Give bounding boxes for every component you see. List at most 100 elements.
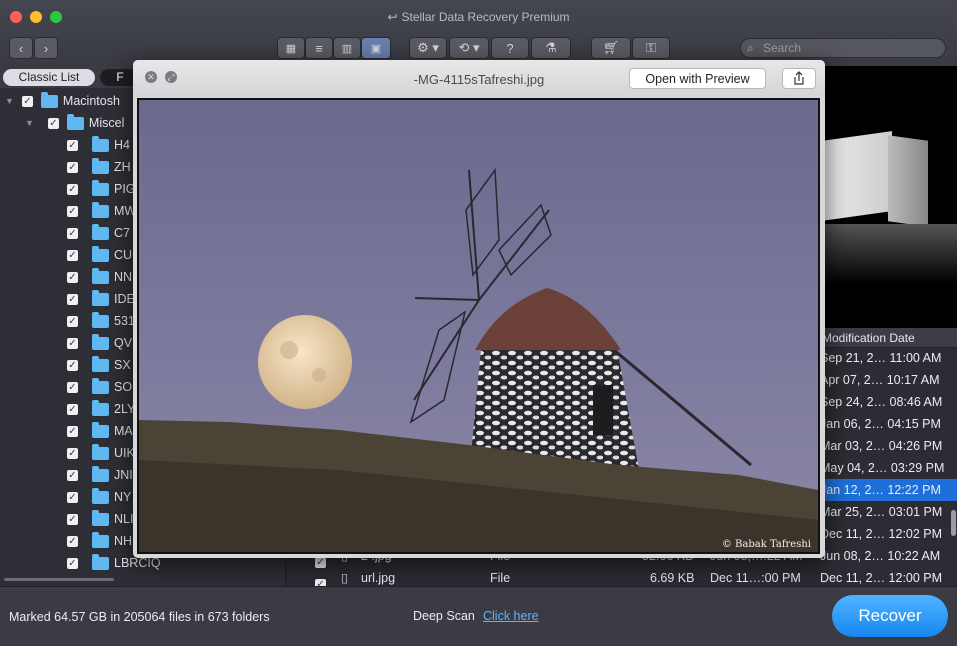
windmill-photo: © Babak Tafreshi bbox=[139, 100, 818, 552]
folder-icon bbox=[92, 289, 109, 306]
folder-icon bbox=[92, 399, 109, 416]
recover-button[interactable]: Recover bbox=[832, 595, 948, 637]
list-view-button[interactable]: ≡ bbox=[305, 37, 333, 59]
folder-icon bbox=[92, 421, 109, 438]
app-logo-icon: ↩︎ bbox=[387, 10, 398, 24]
history-button[interactable]: ⟲ ▾ bbox=[449, 37, 489, 59]
folder-icon bbox=[92, 509, 109, 526]
table-row[interactable]: Jun 08, 2… 10:22 AM bbox=[820, 545, 957, 567]
folder-icon bbox=[92, 465, 109, 482]
table-row[interactable]: Apr 07, 2… 10:17 AM bbox=[820, 369, 957, 391]
tree-label: SO bbox=[114, 380, 133, 394]
modification-date-cell: Dec 11, 2… 12:02 PM bbox=[820, 527, 943, 541]
coverflow-view-button[interactable]: ▣ bbox=[361, 37, 391, 59]
table-row[interactable]: Mar 25, 2… 03:01 PM bbox=[820, 501, 957, 523]
disclosure-triangle-icon[interactable]: ▼ bbox=[5, 96, 14, 106]
chevron-left-icon: ‹ bbox=[18, 40, 24, 56]
quick-look-window: ✕ ⤢ -MG-4115sTafreshi.jpg Open with Prev… bbox=[133, 60, 825, 558]
tree-label: QV bbox=[114, 336, 133, 350]
column-header-modification-date[interactable]: Modification Date bbox=[820, 328, 957, 348]
table-row[interactable]: Mar 03, 2… 04:26 PM bbox=[820, 435, 957, 457]
checkbox[interactable]: ✓ bbox=[67, 205, 78, 217]
coverflow-thumbnail[interactable] bbox=[888, 135, 928, 227]
deep-scan-link[interactable]: Click here bbox=[483, 609, 539, 623]
table-row[interactable]: Jan 12, 2… 12:22 PM bbox=[820, 479, 957, 501]
tab-classic-list[interactable]: Classic List bbox=[3, 69, 95, 86]
checkbox[interactable]: ✓ bbox=[67, 161, 78, 173]
modification-date-cell: Mar 25, 2… 03:01 PM bbox=[820, 505, 943, 519]
folder-icon bbox=[92, 267, 109, 284]
checkbox[interactable]: ✓ bbox=[67, 293, 78, 305]
tree-label: NH bbox=[114, 534, 133, 548]
checkbox[interactable]: ✓ bbox=[67, 183, 78, 195]
table-row[interactable]: Sep 21, 2… 11:00 AM bbox=[820, 347, 957, 369]
checkbox[interactable]: ✓ bbox=[67, 139, 78, 151]
coverflow-reflection bbox=[822, 224, 957, 284]
tree-label: NLI bbox=[114, 512, 134, 526]
checkbox[interactable]: ✓ bbox=[67, 425, 78, 437]
modification-date-cell: Sep 21, 2… 11:00 AM bbox=[820, 351, 942, 365]
disclosure-triangle-icon[interactable]: ▼ bbox=[25, 118, 34, 128]
checkbox[interactable]: ✓ bbox=[67, 469, 78, 481]
list-vertical-scrollbar[interactable] bbox=[951, 510, 956, 536]
table-row[interactable]: Jan 06, 2… 04:15 PM bbox=[820, 413, 957, 435]
sidebar-horizontal-scrollbar[interactable] bbox=[4, 578, 114, 581]
search-input[interactable]: ⌕ Search bbox=[740, 38, 946, 58]
coverflow-area[interactable] bbox=[820, 66, 957, 328]
modification-date-cell: Apr 07, 2… 10:17 AM bbox=[820, 373, 940, 387]
column-view-button[interactable]: ▥ bbox=[333, 37, 361, 59]
key-icon: ⚿ bbox=[646, 40, 656, 55]
checkbox[interactable]: ✓ bbox=[67, 271, 78, 283]
checkbox[interactable]: ✓ bbox=[67, 447, 78, 459]
activate-button[interactable]: ⚿ bbox=[632, 37, 670, 59]
cart-button[interactable]: 🛒︎ bbox=[591, 37, 631, 59]
table-row[interactable]: Dec 11, 2… 12:02 PM bbox=[820, 523, 957, 545]
checkbox[interactable]: ✓ bbox=[67, 381, 78, 393]
checkbox[interactable]: ✓ bbox=[67, 337, 78, 349]
settings-button[interactable]: ⚙ ▾ bbox=[409, 37, 447, 59]
modification-date-cell: Jan 06, 2… 04:15 PM bbox=[820, 417, 941, 431]
help-icon: ? bbox=[506, 40, 514, 56]
checkbox[interactable]: ✓ bbox=[67, 227, 78, 239]
folder-icon bbox=[92, 135, 109, 152]
checkbox[interactable]: ✓ bbox=[67, 403, 78, 415]
folder-icon bbox=[92, 157, 109, 174]
table-row[interactable]: May 04, 2… 03:29 PM bbox=[820, 457, 957, 479]
checkbox[interactable]: ✓ bbox=[47, 117, 59, 129]
tree-label: CU bbox=[114, 248, 133, 262]
history-icon: ⟲ ▾ bbox=[458, 40, 480, 55]
checkbox[interactable]: ✓ bbox=[67, 513, 78, 525]
columns-icon: ▥ bbox=[341, 42, 353, 55]
checkbox[interactable]: ✓ bbox=[67, 359, 78, 371]
photo-watermark: © Babak Tafreshi bbox=[722, 539, 811, 550]
tree-label: Macintosh bbox=[62, 94, 120, 108]
checkbox[interactable]: ✓ bbox=[67, 535, 78, 547]
chevron-right-icon: › bbox=[43, 40, 49, 56]
checkbox[interactable]: ✓ bbox=[21, 95, 33, 107]
grid-icon: ▦ bbox=[285, 42, 297, 55]
checkbox[interactable]: ✓ bbox=[67, 249, 78, 261]
coverflow-thumbnail[interactable] bbox=[822, 131, 892, 221]
deep-scan-label: Deep Scan bbox=[413, 609, 475, 623]
checkbox[interactable]: ✓ bbox=[67, 557, 78, 569]
forward-button[interactable]: › bbox=[34, 37, 58, 59]
help-button[interactable]: ? bbox=[491, 37, 529, 59]
analyze-button[interactable]: ⚗ bbox=[531, 37, 571, 59]
folder-icon bbox=[92, 443, 109, 460]
checkbox[interactable]: ✓ bbox=[67, 491, 78, 503]
tree-label: NY bbox=[114, 490, 132, 504]
list-icon: ≡ bbox=[315, 40, 323, 56]
tree-label: 531 bbox=[114, 314, 135, 328]
checkbox[interactable]: ✓ bbox=[67, 315, 78, 327]
back-button[interactable]: ‹ bbox=[9, 37, 33, 59]
search-icon: ⌕ bbox=[747, 41, 754, 55]
table-row[interactable]: Sep 24, 2… 08:46 AM bbox=[820, 391, 957, 413]
tree-label: H4 bbox=[114, 138, 130, 152]
icon-view-button[interactable]: ▦ bbox=[277, 37, 305, 59]
tree-label: IDE bbox=[114, 292, 135, 306]
open-with-preview-button[interactable]: Open with Preview bbox=[629, 68, 766, 89]
share-button[interactable] bbox=[782, 68, 816, 89]
app-title: ↩︎ Stellar Data Recovery Premium bbox=[387, 10, 570, 24]
folder-icon bbox=[92, 487, 109, 504]
tree-label: Miscel bbox=[88, 116, 125, 130]
